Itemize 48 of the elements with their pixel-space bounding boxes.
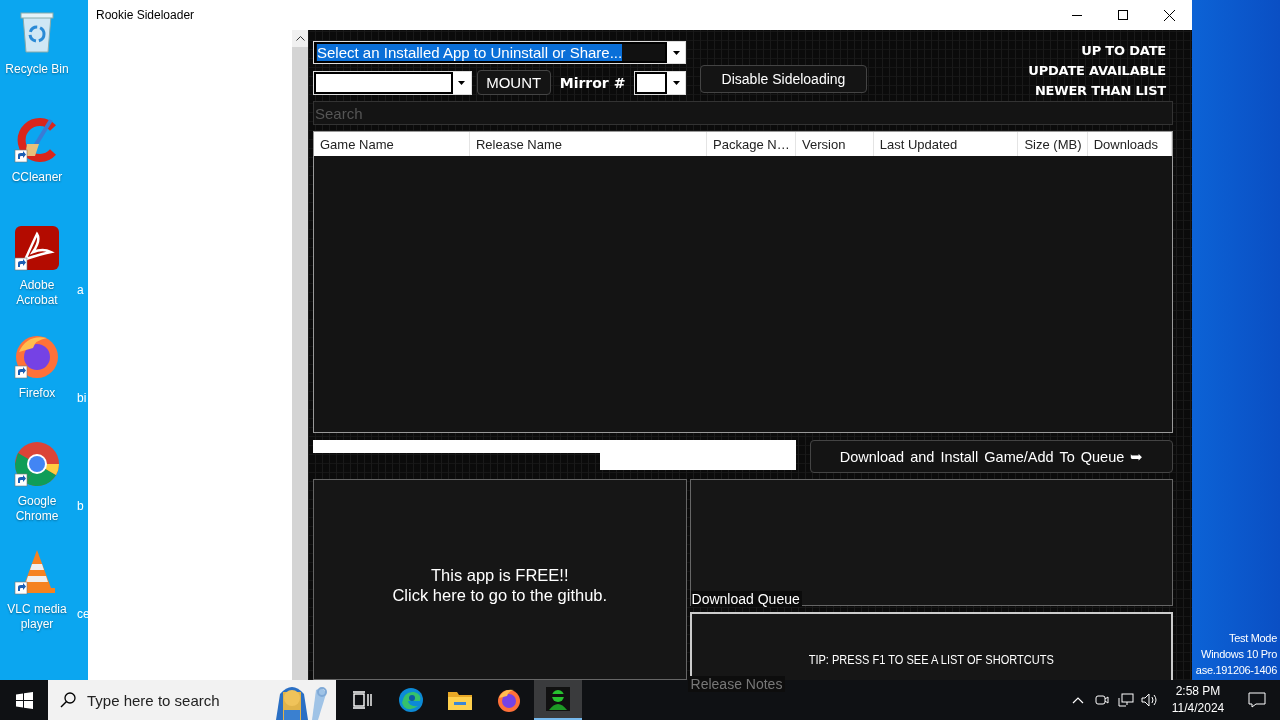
column-header[interactable]: Size (MB) [1018, 132, 1088, 156]
column-header[interactable]: Last Updated [873, 132, 1019, 156]
column-header[interactable]: Downloads [1087, 132, 1172, 156]
device-dropdown[interactable] [313, 70, 472, 95]
status-legend-label: UPDATE AVAILABLE [1028, 62, 1166, 80]
column-header[interactable]: Version [796, 132, 874, 156]
search-icon [60, 692, 76, 708]
shortcut-tip: TIP: PRESS F1 TO SEE A LIST OF SHORTCUTS [808, 653, 1054, 669]
fox-globe-icon [496, 687, 522, 713]
clock-date: 11/4/2024 [1171, 700, 1225, 717]
app-icon [545, 686, 571, 712]
game-table[interactable]: Game Name Release Name Package N… Version Last Updated Size (MB) Downloads [313, 131, 1173, 433]
app-select-dropdown[interactable]: Select an Installed App to Uninstall or Share... [313, 41, 686, 64]
status-legend-label: NEWER THAN LIST [1034, 82, 1166, 100]
dropdown-value-area[interactable] [635, 71, 667, 94]
mount-button[interactable]: MOUNT [476, 70, 551, 95]
windows-logo-icon [15, 691, 33, 709]
browser-icon[interactable] [13, 440, 61, 488]
close-icon [1163, 9, 1175, 21]
mirror-dropdown[interactable] [634, 70, 686, 95]
maximize-icon [1118, 10, 1128, 20]
column-header[interactable]: Release Name [470, 132, 708, 156]
release-notes-label: Release Notes [687, 676, 786, 692]
window-title: Rookie Sideloader [95, 8, 196, 22]
column-header[interactable]: Package N… [707, 132, 797, 156]
dropdown-value-area[interactable] [314, 71, 453, 94]
browser-icon [398, 687, 424, 713]
taskbar-search-field[interactable]: Type here to search [85, 690, 269, 710]
document-app-icon[interactable] [13, 224, 61, 272]
taskbar-app-button[interactable] [534, 680, 582, 720]
disable-sideloading-button[interactable]: Disable Sideloading [700, 65, 867, 93]
system-watermark-text: Windows 10 Pro [1201, 647, 1277, 662]
download-install-button[interactable]: Download and Install Game/Add To Queue ➥ [810, 440, 1173, 473]
scrollbar[interactable] [292, 30, 308, 680]
github-link-panel[interactable]: This app is FREE!! Click here to go to the github. [313, 479, 687, 680]
clock-time: 2:58 PM [1175, 683, 1221, 700]
status-legend-label: UP TO DATE [1081, 42, 1166, 60]
column-header[interactable]: Game Name [314, 132, 470, 156]
minimize-icon [1072, 14, 1082, 16]
scroll-up-icon[interactable] [292, 30, 308, 47]
download-queue-label: Download Queue [690, 591, 802, 607]
task-view-icon [352, 691, 372, 709]
folder-icon [447, 689, 473, 711]
system-watermark-text: Test Mode [1228, 631, 1277, 646]
search-field[interactable]: Search [313, 101, 1173, 125]
clock[interactable]: 2:58 PM 11/4/2024 [1162, 683, 1234, 717]
mirror-label: Mirror # [559, 74, 626, 91]
system-watermark-text: ase.191206-1406 [1195, 663, 1277, 678]
